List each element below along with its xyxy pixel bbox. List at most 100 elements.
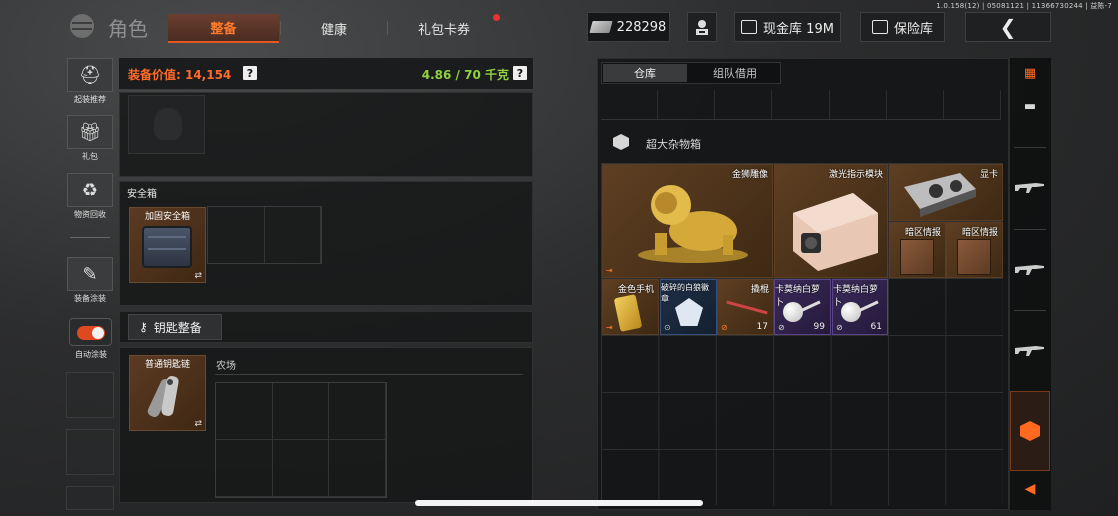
rifle-icon [1015, 346, 1044, 356]
character-logo-icon [70, 14, 94, 38]
rail-weapon-tab-2[interactable] [1010, 252, 1050, 286]
tab-gift-vouchers[interactable]: 礼包卡券 [388, 14, 500, 43]
sidebar-item-label: 物资回收 [74, 210, 106, 219]
auto-paint-label: 自动涂装 [75, 350, 107, 359]
item-count: 17 [756, 322, 768, 332]
item-crowbar[interactable]: 撬棍 ⊘ 17 [717, 279, 774, 335]
farm-key-grid[interactable] [215, 382, 387, 498]
help-icon[interactable]: ? [243, 66, 257, 80]
durability-icon: ⊘ [836, 323, 843, 332]
phone-icon [613, 294, 643, 332]
sidebar-item-label: 装备涂装 [74, 294, 106, 303]
rail-divider [1014, 147, 1046, 148]
collapse-button[interactable]: ◀ [1010, 476, 1050, 502]
rail-divider [1014, 229, 1046, 230]
crowbar-icon [726, 300, 768, 315]
equipment-header: 装备价值: 14,154 ? 4.86 / 70 千克 ? [119, 58, 533, 90]
sort-icon[interactable]: ▦ [1010, 62, 1050, 84]
keychain-button-label: 钥匙整备 [153, 320, 202, 335]
rail-container-tab[interactable]: ▬ [1010, 92, 1050, 120]
item-radish-1[interactable]: 卡莫纳白萝卜 ⊘ 99 [774, 279, 831, 335]
sidebar-divider [70, 237, 110, 238]
item-name: 暗区情报 [961, 228, 998, 238]
tab-gear[interactable]: 整备 [168, 14, 279, 43]
item-graphics-card[interactable]: 显卡 [889, 164, 1003, 221]
item-intel-1[interactable]: 暗区情报 [889, 222, 946, 278]
safe-vault-button[interactable]: 保险库 [860, 12, 945, 42]
key-icon: ⚷ [139, 320, 148, 334]
item-name: 加固安全箱 [144, 212, 190, 222]
rail-misc-tab-active[interactable] [1010, 391, 1050, 471]
home-indicator[interactable] [415, 500, 703, 506]
rifle-icon [1015, 183, 1044, 193]
keychain-icon [147, 376, 179, 418]
item-name: 普通钥匙链 [144, 360, 190, 370]
back-button[interactable]: ❮ [965, 12, 1051, 42]
farm-label: 农场 [216, 361, 236, 372]
rail-weapon-tab-1[interactable] [1010, 170, 1050, 204]
sidebar-item-recycle[interactable]: ♻ 物资回收 [66, 173, 114, 220]
sidebar-item-label: 礼包 [82, 152, 98, 161]
clock-icon: ⊙ [664, 323, 671, 332]
merchant-button[interactable] [687, 12, 717, 42]
swap-icon: ⇄ [194, 271, 202, 281]
item-name: 显卡 [979, 170, 998, 180]
sidebar-item-paint[interactable]: ✎ 装备涂装 [66, 257, 114, 304]
safebox-grid[interactable] [207, 206, 322, 264]
rail-weapon-tab-3[interactable] [1010, 333, 1050, 367]
image-icon [741, 20, 758, 34]
item-count: 99 [813, 322, 825, 332]
sidebar-empty-slot [66, 429, 114, 475]
auto-paint-toggle[interactable] [69, 318, 112, 346]
currency-amount: 228298 [616, 19, 667, 35]
item-count: 61 [870, 322, 882, 332]
toggle-knob [92, 327, 104, 339]
lion-statue-icon [638, 185, 748, 263]
gift-icon: 🎁︎ [67, 115, 113, 149]
safebox-title: 安全箱 [127, 189, 157, 200]
durability-icon: ⊘ [778, 323, 785, 332]
storage-top-grid[interactable] [601, 90, 1001, 120]
laser-module-icon [793, 193, 878, 271]
keychain-button[interactable]: ⚷ 钥匙整备 [128, 314, 222, 340]
item-gold-phone[interactable]: 金色手机 ⇥ [602, 279, 659, 335]
safe-case-icon [142, 226, 192, 268]
equipment-value: 装备价值: 14,154 [128, 68, 232, 82]
caret-left-icon: ◀ [1024, 481, 1036, 497]
crate-icon [1020, 421, 1040, 441]
page-title: 角色 [66, 10, 166, 42]
intel-folder-icon [900, 239, 934, 275]
helmet-slot[interactable] [128, 95, 205, 154]
item-gold-lion[interactable]: 金狮雕像 ⇥ [602, 164, 773, 278]
item-name: 激光指示模块 [828, 170, 883, 180]
pin-icon: ⇥ [606, 323, 613, 332]
item-intel-2[interactable]: 暗区情报 [946, 222, 1003, 278]
container-icon: ▬ [1023, 98, 1037, 114]
item-radish-2[interactable]: 卡莫纳白萝卜 ⊘ 61 [832, 279, 888, 335]
item-name: 暗区情报 [904, 228, 941, 238]
sidebar-item-label: 起装推荐 [74, 95, 106, 104]
cash-vault-label: 现金库 19M [763, 21, 834, 37]
help-icon[interactable]: ? [513, 66, 527, 80]
sidebar-item-gift[interactable]: 🎁︎ 礼包 [66, 115, 114, 162]
weight-display: 4.86 / 70 千克 [421, 68, 509, 82]
loadout-icon: ⛑ [67, 58, 113, 92]
sidebar-item-loadout[interactable]: ⛑ 起装推荐 [66, 58, 114, 105]
paint-icon: ✎ [67, 257, 113, 291]
keychain-item[interactable]: 普通钥匙链 ⇄ [129, 355, 206, 431]
intel-folder-icon [957, 239, 991, 275]
safebox-item[interactable]: 加固安全箱 ⇄ [129, 207, 206, 283]
cash-vault-button[interactable]: 现金库 19M [734, 12, 841, 42]
item-laser-module[interactable]: 激光指示模块 [774, 164, 888, 278]
tab-divider [280, 21, 281, 35]
durability-icon: ⊘ [721, 323, 728, 332]
sidebar-empty-slot [66, 486, 114, 510]
tab-warehouse[interactable]: 仓库 [603, 64, 687, 82]
tab-health[interactable]: 健康 [282, 14, 386, 43]
chevron-left-icon: ❮ [999, 15, 1017, 39]
item-white-wolf-badge[interactable]: 破碎的白狼徽章 ⊙ [660, 279, 717, 335]
tab-team-borrow[interactable]: 组队借用 [690, 64, 780, 82]
currency-display: 228298 [587, 12, 670, 42]
divider [215, 374, 523, 375]
item-name: 撬棍 [750, 285, 769, 295]
